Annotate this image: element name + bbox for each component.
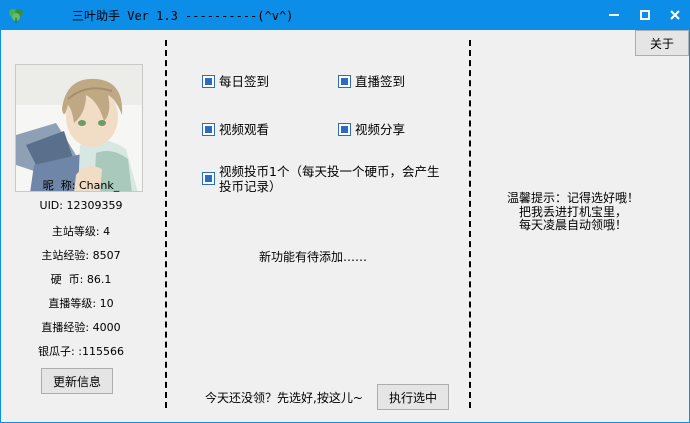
task-label: 视频投币1个（每天投一个硬币，会产生投币记录） [219,164,440,194]
minimize-icon [609,14,619,16]
task-label: 视频观看 [219,122,270,137]
coins-text: 硬 币: 86.1 [50,273,112,286]
checkbox-icon [202,123,215,136]
close-button[interactable] [661,0,689,30]
title-bar[interactable]: 三叶助手 Ver 1.3 ----------(^v^) [0,0,690,30]
live-exp-text: 直播经验: 4000 [41,321,121,334]
maximize-icon [640,10,650,20]
left-divider [165,40,167,408]
task-checkbox-daily-checkin[interactable]: 每日签到 [202,74,269,89]
window-title: 三叶助手 Ver 1.3 ----------(^v^) [72,9,294,23]
nickname-text: 昵 称: Chank_ [42,179,120,192]
task-checkbox-video-coin[interactable]: 视频投币1个（每天投一个硬币，会产生投币记录） [202,164,442,194]
tip-panel: 温馨提示：记得选好哦！ 把我丢进打机宝里， 每天凌晨自动领哦！ [473,191,673,233]
main-panel: 关于 昵 称: Chank_ UID: 12309359 主站等级: 4 主站经… [0,30,690,423]
checkbox-icon [338,123,351,136]
main-level-text: 主站等级: 4 [51,225,111,238]
task-checkbox-video-share[interactable]: 视频分享 [338,122,405,137]
task-label: 直播签到 [355,74,406,89]
tip-line-2: 把我丢进打机宝里， [518,204,627,219]
checkbox-icon [338,75,351,88]
notice-text: 新功能有待添加…… [259,250,368,264]
task-checkbox-live-checkin[interactable]: 直播签到 [338,74,405,89]
footer-prompt-text: 今天还没领？先选好,按这儿~ [205,391,363,405]
right-divider [469,40,471,408]
anime-character-avatar-image [16,65,142,191]
about-button[interactable]: 关于 [635,30,689,56]
avatar [15,64,143,192]
checkbox-icon [202,75,215,88]
tip-line-3: 每天凌晨自动领哦！ [518,218,627,232]
update-info-button[interactable]: 更新信息 [41,368,113,394]
live-level-text: 直播等级: 10 [48,297,114,310]
main-exp-text: 主站经验: 8507 [41,249,121,262]
close-icon [670,10,680,20]
uid-text: UID: 12309359 [39,199,123,212]
minimize-button[interactable] [600,0,628,30]
tip-line-1: 温馨提示：记得选好哦！ [506,191,639,205]
task-label: 每日签到 [219,74,270,89]
execute-selected-button[interactable]: 执行选中 [377,384,449,410]
silver-text: 银瓜子: :115566 [38,345,124,358]
maximize-button[interactable] [631,0,659,30]
clover-app-icon [7,7,25,23]
task-label: 视频分享 [355,122,406,137]
checkbox-icon [202,172,215,185]
task-checkbox-video-watch[interactable]: 视频观看 [202,122,269,137]
